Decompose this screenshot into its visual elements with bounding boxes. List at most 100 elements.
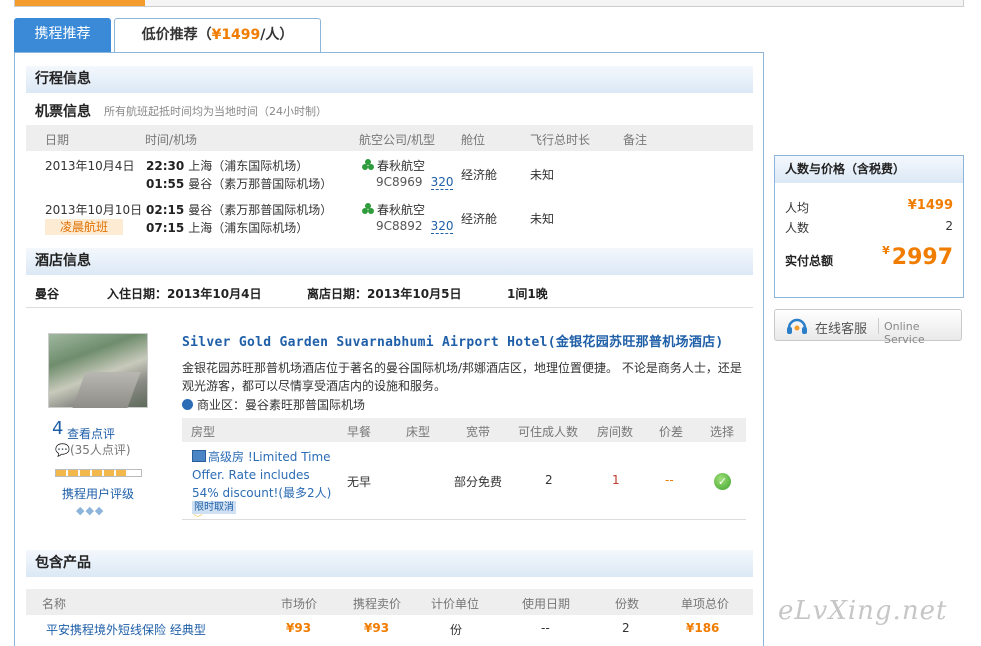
airline: 春秋航空 xyxy=(361,157,425,174)
arrival: 07:15 上海（浦东国际机场） xyxy=(146,219,308,236)
product-name-link[interactable]: 平安携程境外短线保险 经典型 xyxy=(46,621,206,638)
divider xyxy=(878,318,879,334)
product-total: ¥186 xyxy=(686,621,720,635)
hotel-business-area: 商业区：曼谷素旺那普国际机场 xyxy=(182,396,365,413)
aircraft-model-link[interactable]: 320 xyxy=(430,175,454,190)
product-qty: 2 xyxy=(622,621,630,635)
price-summary-title: 人数与价格（含税费） xyxy=(775,156,963,183)
total-label: 实付总额 xyxy=(785,254,834,268)
product-ctrip-price: ¥93 xyxy=(364,621,390,635)
comment-icon: 💬 xyxy=(55,443,70,457)
hotel-name-link[interactable]: Silver Gold Garden Suvarnabhumi Airport … xyxy=(182,331,724,350)
airline-name: 春秋航空 xyxy=(377,203,426,217)
col-room-type: 房型 xyxy=(191,425,216,439)
user-rating-label[interactable]: 携程用户评级 xyxy=(62,485,134,502)
arrival: 01:55 曼谷（素万那普国际机场） xyxy=(146,175,332,192)
total-amount: 2997 xyxy=(891,245,953,270)
col-product-name: 名称 xyxy=(42,597,67,611)
site-watermark: eLvXing.net xyxy=(778,596,948,626)
price-summary-box: 人数与价格（含税费） 人均 ¥1499 人数 2 实付总额 ¥2997 xyxy=(774,155,964,298)
product-unit: 份 xyxy=(450,623,463,637)
itinerary-section-title: 行程信息 xyxy=(26,66,753,93)
early-flight-badge: 凌晨航班 xyxy=(45,219,123,235)
room-count: 1 xyxy=(612,473,620,487)
headset-icon xyxy=(787,318,807,334)
booking-progress-bar xyxy=(14,0,964,7)
col-use-date: 使用日期 xyxy=(522,597,571,611)
online-service-button[interactable]: 在线客服 Online Service xyxy=(774,309,962,346)
col-duration: 飞行总时长 xyxy=(530,133,591,147)
total-price: ¥2997 xyxy=(882,244,953,270)
flight-number: 9C8892 xyxy=(376,219,423,233)
airline: 春秋航空 xyxy=(361,201,425,218)
col-airline: 航空公司/机型 xyxy=(359,133,436,147)
view-reviews-link[interactable]: 查看点评 xyxy=(67,425,115,442)
room-adults: 2 xyxy=(545,473,553,487)
hotel-area-text: 商业区：曼谷素旺那普国际机场 xyxy=(197,398,366,412)
col-room-count: 房间数 xyxy=(597,425,634,439)
product-use-date: -- xyxy=(541,621,550,635)
limited-cancel-badge: 限时取消 xyxy=(192,501,236,514)
flight-number: 9C8969 xyxy=(376,175,423,189)
user-rating-bar xyxy=(55,469,142,477)
package-detail-panel: 行程信息 机票信息 所有航班起抵时间均为当地时间（24小时制） 日期 时间/机场… xyxy=(14,52,764,646)
tab-ctrip-recommend[interactable]: 携程推荐 xyxy=(14,18,111,53)
tab-lowprice-price: ¥1499 xyxy=(211,27,261,43)
aircraft-model-link[interactable]: 320 xyxy=(430,219,454,234)
flight-code: 9C8892 320 xyxy=(376,219,454,234)
room-broadband: 部分免费 xyxy=(454,475,503,489)
col-bed: 床型 xyxy=(406,425,431,439)
checkin-date: 入住日期：2013年10月4日 xyxy=(107,287,262,301)
flight-date: 2013年10月4日 xyxy=(45,159,135,173)
flight-duration: 未知 xyxy=(530,168,555,182)
divider xyxy=(26,307,753,308)
airline-logo-icon xyxy=(362,159,374,170)
room-photo-icon xyxy=(192,450,206,462)
departure: 02:15 曼谷（素万那普国际机场） xyxy=(146,201,332,218)
tab-lowprice-recommend[interactable]: 低价推荐（¥1499/人） xyxy=(114,18,321,53)
hotel-city: 曼谷 xyxy=(35,287,60,301)
arrival-time: 01:55 xyxy=(146,177,185,191)
col-adults: 可住成人数 xyxy=(518,425,579,439)
col-select: 选择 xyxy=(710,425,735,439)
review-count: 💬(35人点评) xyxy=(55,441,131,458)
col-time-airport: 时间/机场 xyxy=(145,133,198,147)
col-cabin: 舱位 xyxy=(461,133,486,147)
flight-time-note: 所有航班起抵时间均为当地时间（24小时制） xyxy=(104,105,327,118)
departure-airport: 上海（浦东国际机场） xyxy=(188,159,309,173)
flight-date: 2013年10月10日 xyxy=(45,203,143,217)
progress-done xyxy=(15,0,145,6)
online-service-en: Online Service xyxy=(884,320,925,346)
room-row: 高级房 !Limited Time Offer. Rate includes 5… xyxy=(182,442,746,520)
arrival-airport: 曼谷（素万那普国际机场） xyxy=(188,177,333,191)
flight-code: 9C8969 320 xyxy=(376,175,454,190)
flight-row: 2013年10月10日 凌晨航班 02:15 曼谷（素万那普国际机场） 07:15… xyxy=(26,197,753,241)
location-icon xyxy=(182,399,193,410)
review-count-text: (35人点评) xyxy=(69,443,131,457)
col-qty: 份数 xyxy=(615,597,640,611)
online-service-cn: 在线客服 xyxy=(815,322,868,337)
select-room-check-icon[interactable]: ✓ xyxy=(714,473,731,490)
diamond-rating-icons: ◆◆◆ xyxy=(76,504,105,517)
flight-cabin: 经济舱 xyxy=(461,212,498,226)
room-table-header: 房型 早餐 床型 宽带 可住成人数 房间数 价差 选择 xyxy=(182,418,746,442)
room-breakfast: 无早 xyxy=(347,475,372,489)
products-section-title: 包含产品 xyxy=(26,550,753,577)
rooms-nights: 1间1晚 xyxy=(507,287,548,301)
col-unit: 计价单位 xyxy=(431,597,480,611)
total-currency: ¥ xyxy=(882,244,890,257)
flight-row: 2013年10月4日 22:30 上海（浦东国际机场） 01:55 曼谷（素万那普国… xyxy=(26,153,753,197)
flight-table-header: 日期 时间/机场 航空公司/机型 舱位 飞行总时长 备注 xyxy=(26,125,753,151)
flight-duration: 未知 xyxy=(530,212,555,226)
col-price-diff: 价差 xyxy=(659,425,684,439)
people-label: 人数 xyxy=(785,221,810,235)
flight-cabin: 经济舱 xyxy=(461,168,498,182)
hotel-photo[interactable] xyxy=(48,333,148,408)
tab-lowprice-suffix: /人） xyxy=(260,27,294,43)
col-item-total: 单项总价 xyxy=(681,597,730,611)
airline-logo-icon xyxy=(362,203,374,214)
col-breakfast: 早餐 xyxy=(347,425,372,439)
departure: 22:30 上海（浦东国际机场） xyxy=(146,157,308,174)
product-market-price: ¥93 xyxy=(286,621,312,635)
airline-name: 春秋航空 xyxy=(377,159,426,173)
